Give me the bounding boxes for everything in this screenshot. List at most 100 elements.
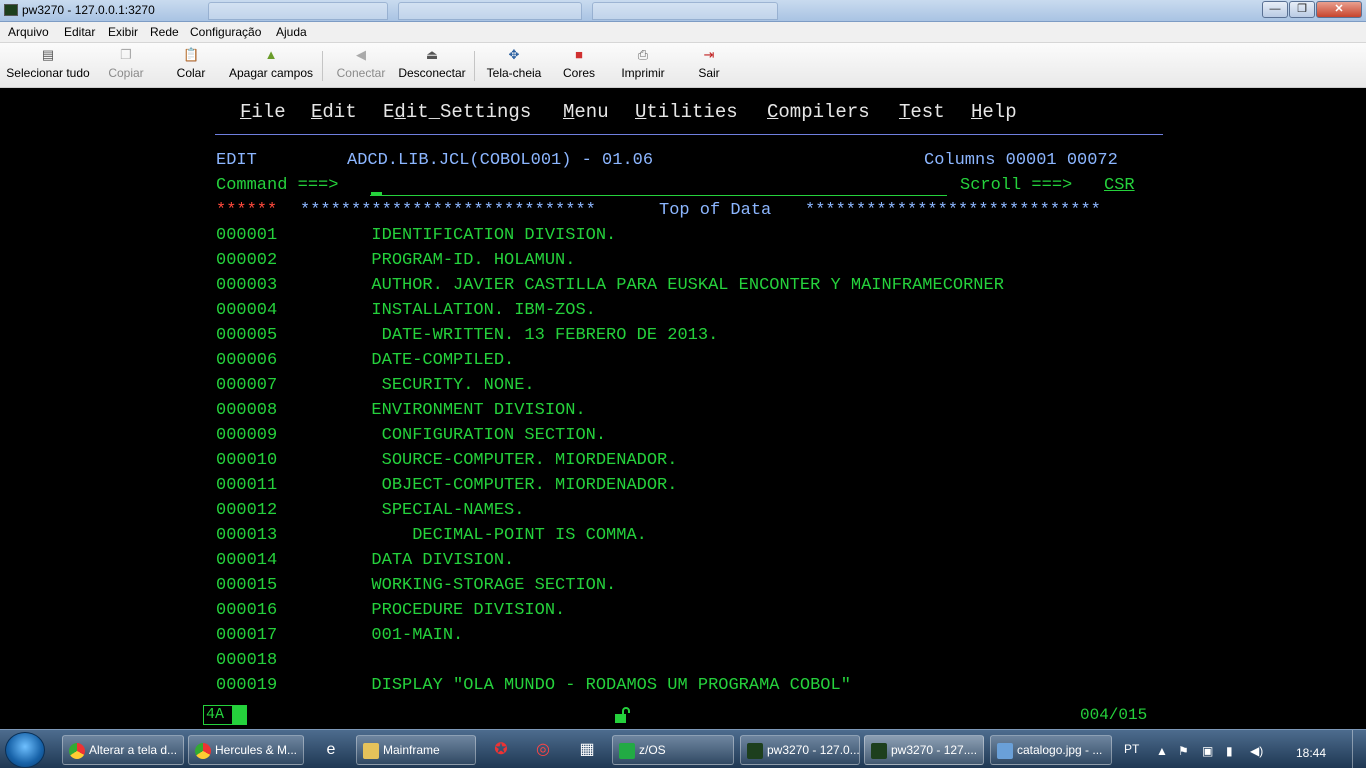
source-line-text[interactable]: AUTHOR. JAVIER CASTILLA PARA EUSKAL ENCO… [300,276,1004,296]
terminal-screen[interactable]: File Edit Edit_Settings Menu Utilities C… [0,88,1366,729]
line-number[interactable]: 000015 [216,576,277,596]
source-line-text[interactable]: DECIMAL-POINT IS COMMA. [300,526,647,546]
ispf-menu-test[interactable]: Test [899,101,945,123]
connect-button[interactable]: ◀ Conectar [334,47,388,85]
background-window-tab [208,2,388,20]
source-line-text[interactable]: ENVIRONMENT DIVISION. [300,401,585,421]
paste-button[interactable]: 📋 Colar [172,47,210,85]
show-desktop-button[interactable] [1352,730,1366,768]
taskbar-pw3270-1[interactable]: pw3270 - 127.0... [740,735,860,765]
line-number[interactable]: 000016 [216,601,277,621]
copy-button[interactable]: ❐ Copiar [104,47,148,85]
colors-button[interactable]: ■ Cores [562,47,596,85]
line-number[interactable]: 000019 [216,676,277,696]
top-marker-left: ***************************** [300,201,596,220]
ispf-menu-menu[interactable]: Menu [563,101,609,123]
minimize-button[interactable]: — [1262,1,1288,18]
terminal-icon [871,743,887,759]
source-line-text[interactable]: PROCEDURE DIVISION. [300,601,565,621]
source-line-text[interactable]: PROGRAM-ID. HOLAMUN. [300,251,575,271]
command-input[interactable] [370,176,947,196]
status-indicator: 4A [203,705,233,725]
folder-icon [363,743,379,759]
source-line-text[interactable]: INSTALLATION. IBM-ZOS. [300,301,595,321]
source-line-text[interactable]: CONFIGURATION SECTION. [300,426,606,446]
taskbar-chrome-1[interactable]: Alterar a tela d... [62,735,184,765]
terminal-icon [747,743,763,759]
ispf-menu-file[interactable]: File [240,101,286,123]
app-icon-red[interactable]: ✪ [490,739,512,761]
source-line-text[interactable]: DATA DIVISION. [300,551,514,571]
source-line-text[interactable]: DATE-COMPILED. [300,351,514,371]
source-line-text[interactable]: SECURITY. NONE. [300,376,535,396]
erase-fields-button[interactable]: ▲ Apagar campos [228,47,314,85]
tray-expand-icon[interactable]: ▲ [1156,744,1168,758]
palette-icon: ■ [575,47,583,62]
source-line-text[interactable]: OBJECT-COMPUTER. MIORDENADOR. [300,476,678,496]
line-number[interactable]: 000013 [216,526,277,546]
notepad-icon[interactable]: ▦ [576,739,598,761]
line-number[interactable]: 000008 [216,401,277,421]
menu-ajuda[interactable]: Ajuda [276,25,307,39]
print-button[interactable]: ⎙ Imprimir [618,47,668,85]
terminal-app-icon [4,4,18,16]
line-number[interactable]: 000007 [216,376,277,396]
taskbar-chrome-2[interactable]: Hercules & M... [188,735,304,765]
maximize-button[interactable]: ❐ [1289,1,1315,18]
internet-explorer-icon[interactable]: e [320,739,342,761]
taskbar-folder-mainframe[interactable]: Mainframe [356,735,476,765]
line-number[interactable]: 000010 [216,451,277,471]
source-line-text[interactable]: SOURCE-COMPUTER. MIORDENADOR. [300,451,678,471]
fullscreen-button[interactable]: ✥ Tela-cheia [485,47,543,85]
menu-editar[interactable]: Editar [64,25,95,39]
taskbar-pw3270-2[interactable]: pw3270 - 127.... [864,735,984,765]
app-icon-swirl[interactable]: ◎ [532,739,554,761]
menu-exibir[interactable]: Exibir [108,25,138,39]
line-number[interactable]: 000004 [216,301,277,321]
disconnect-button[interactable]: ⏏ Desconectar [398,47,466,85]
exit-button[interactable]: ⇥ Sair [696,47,722,85]
source-line-text[interactable]: DATE-WRITTEN. 13 FEBRERO DE 2013. [300,326,719,346]
line-number[interactable]: 000014 [216,551,277,571]
menu-configuracao[interactable]: Configuração [190,25,261,39]
ispf-menu-compilers[interactable]: Compilers [767,101,870,123]
line-number[interactable]: 000011 [216,476,277,496]
start-button[interactable] [5,732,45,768]
source-line-text[interactable]: SPECIAL-NAMES. [300,501,525,521]
line-number[interactable]: 000003 [216,276,277,296]
line-number[interactable]: 000005 [216,326,277,346]
menu-arquivo[interactable]: Arquivo [8,25,49,39]
menu-rede[interactable]: Rede [150,25,179,39]
top-marker-right: ***************************** [805,201,1101,220]
scroll-amount-field[interactable]: CSR [1104,176,1135,196]
network-icon[interactable]: ▮ [1226,744,1233,758]
line-number[interactable]: 000009 [216,426,277,446]
taskbar-catalogo[interactable]: catalogo.jpg - ... [990,735,1112,765]
toolbar-separator [474,51,475,81]
select-all-button[interactable]: ▤ Selecionar tudo [6,47,90,85]
tray-app-icon[interactable]: ▣ [1202,744,1213,758]
language-indicator[interactable]: PT [1124,742,1139,756]
source-line-text[interactable]: IDENTIFICATION DIVISION. [300,226,616,246]
line-number[interactable]: 000012 [216,501,277,521]
document-icon: ▤ [41,47,55,62]
ispf-menu-edit[interactable]: Edit [311,101,357,123]
close-button[interactable]: ✕ [1316,1,1362,18]
flag-icon[interactable]: ⚑ [1178,744,1189,758]
text-cursor [371,192,382,195]
taskbar-zos[interactable]: z/OS [612,735,734,765]
line-number[interactable]: 000017 [216,626,277,646]
line-number[interactable]: 000018 [216,651,277,671]
ispf-menu-help[interactable]: Help [971,101,1017,123]
source-line-text[interactable]: WORKING-STORAGE SECTION. [300,576,616,596]
volume-icon[interactable]: ◀) [1250,744,1263,758]
source-line-text[interactable]: 001-MAIN. [300,626,463,646]
line-number[interactable]: 000002 [216,251,277,271]
clock[interactable]: 18:44 [1296,746,1326,760]
source-line-text[interactable]: DISPLAY "OLA MUNDO - RODAMOS UM PROGRAMA… [300,676,850,696]
ispf-menu-edit-settings[interactable]: Edit_Settings [383,101,531,123]
ispf-menu-utilities[interactable]: Utilities [635,101,738,123]
line-number[interactable]: 000001 [216,226,277,246]
unlocked-icon [615,707,630,723]
line-number[interactable]: 000006 [216,351,277,371]
